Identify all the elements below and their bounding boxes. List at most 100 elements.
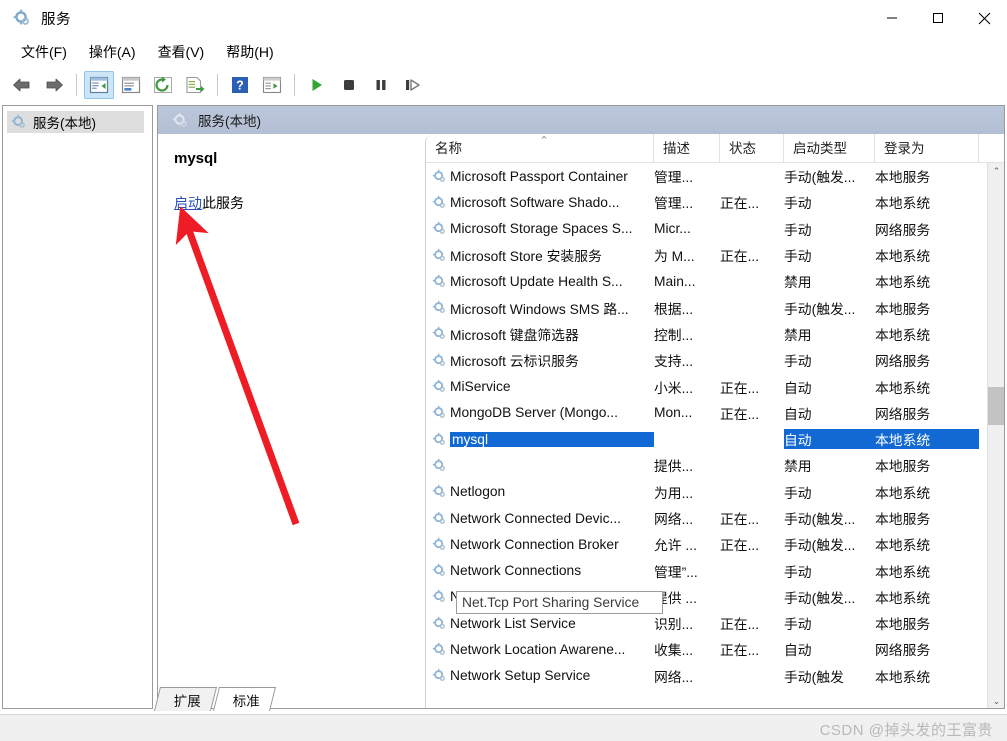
service-gear-icon (426, 616, 450, 631)
cell-log-on-as: 本地系统 (875, 429, 979, 450)
cell-startup-type: 手动 (784, 249, 812, 265)
cell-startup-type: 禁用 (784, 275, 812, 291)
table-row[interactable]: mysql 自动 本地系统 (426, 426, 1004, 452)
cell-description: Mon... (654, 405, 693, 421)
cell-log-on-as: 本地系统 (875, 249, 931, 265)
pause-service-icon[interactable] (366, 71, 396, 99)
cell-name: Network Setup Service (450, 668, 591, 684)
forward-arrow-icon[interactable] (39, 71, 69, 99)
cell-startup-type: 手动(触发... (784, 301, 856, 317)
table-row[interactable]: Network Connections 管理”... 手动 本地系统 (426, 557, 1004, 583)
cell-description: 管理... (654, 170, 694, 186)
cell-description: 小米... (654, 380, 694, 396)
column-header-status[interactable]: 状态 (720, 134, 784, 163)
cell-name: Microsoft Passport Container (450, 168, 628, 184)
table-row[interactable]: MiService 小米... 正在... 自动 本地系统 (426, 373, 1004, 399)
column-header-description[interactable]: 描述 (654, 134, 720, 163)
cell-name: Network Connections (450, 563, 582, 579)
stop-service-icon[interactable] (334, 71, 364, 99)
cell-startup-type: 手动 (784, 196, 812, 212)
pane-header: 服务(本地) (158, 106, 1004, 134)
cell-description: 支持... (654, 354, 694, 370)
tree-node-services-local[interactable]: 服务(本地) (7, 111, 144, 133)
list-column-headers: 名称 描述 状态 启动类型 登录为 (426, 134, 1004, 163)
close-button[interactable] (961, 0, 1007, 36)
tab-standard[interactable]: 标准 (213, 687, 276, 711)
pane-header-title: 服务(本地) (198, 114, 261, 129)
minimize-button[interactable] (869, 0, 915, 36)
cell-log-on-as: 本地系统 (875, 564, 931, 580)
start-service-link[interactable]: 启动 (174, 195, 202, 211)
table-row[interactable]: Microsoft Windows SMS 路... 根据... 手动(触发... 本… (426, 294, 1004, 320)
detail-service-name: mysql (174, 150, 218, 167)
table-row[interactable]: Microsoft Update Health S... Main... 禁用 本地系… (426, 268, 1004, 294)
table-row[interactable]: 提供... 禁用 本地服务 (426, 452, 1004, 478)
column-header-log-on-as[interactable]: 登录为 (875, 134, 979, 163)
service-gear-icon (426, 537, 450, 552)
table-row[interactable]: Microsoft Software Shado... 管理... 正在... 手动 本… (426, 189, 1004, 215)
cell-name: Microsoft Storage Spaces S... (450, 221, 633, 237)
pane-splitter[interactable] (153, 105, 156, 709)
column-header-name[interactable]: 名称 (426, 134, 654, 163)
service-gear-icon (426, 405, 450, 420)
table-row[interactable]: Microsoft Storage Spaces S... Micr... 手动 网络… (426, 216, 1004, 242)
cell-log-on-as: 本地系统 (875, 485, 931, 501)
table-row[interactable]: Microsoft 键盘筛选器 控制... 禁用 本地系统 (426, 321, 1004, 347)
toolbar-separator (76, 73, 77, 96)
window-controls (869, 0, 1007, 36)
cell-log-on-as: 本地服务 (875, 170, 931, 186)
tree-node-label: 服务(本地) (33, 116, 96, 131)
cell-status: 正在... (720, 249, 760, 265)
service-gear-icon (426, 300, 450, 315)
list-vertical-scrollbar[interactable]: ⌃ ⌄ (987, 163, 1004, 708)
table-row[interactable]: Microsoft Passport Container 管理... 手动(触发..… (426, 163, 1004, 189)
table-row[interactable]: Network Location Awarene... 收集... 正在... 自动 网… (426, 636, 1004, 662)
table-row[interactable]: Network Connected Devic... 网络... 正在... 手动(触… (426, 505, 1004, 531)
cell-description: 控制... (654, 327, 694, 343)
menu-file[interactable]: 文件(F) (10, 39, 78, 65)
cell-log-on-as: 网络服务 (875, 406, 931, 422)
cell-description: 管理... (654, 196, 694, 212)
properties-icon[interactable] (116, 71, 146, 99)
menu-help[interactable]: 帮助(H) (215, 39, 284, 65)
export-list-icon[interactable] (180, 71, 210, 99)
cell-description: 为用... (654, 485, 694, 501)
cell-name: Microsoft Update Health S... (450, 273, 623, 289)
cell-name: Netlogon (450, 484, 506, 500)
cell-startup-type: 自动 (784, 643, 812, 659)
column-header-filler (979, 134, 1004, 163)
table-row[interactable]: Network Connection Broker 允许 ... 正在... 手动(触… (426, 531, 1004, 557)
start-service-icon[interactable] (302, 71, 332, 99)
table-row[interactable]: Microsoft Store 安装服务 为 M... 正在... 手动 本地系统 (426, 242, 1004, 268)
menu-view[interactable]: 查看(V) (147, 39, 216, 65)
table-row[interactable]: Network Setup Service 网络... 手动(触发 本地系统 (426, 663, 1004, 689)
scroll-down-arrow-icon[interactable]: ⌄ (988, 693, 1004, 708)
cell-log-on-as: 本地服务 (875, 459, 931, 475)
content-pane: 服务(本地) mysql 启动此服务 名称 描述 状态 启动类型 登录为 (157, 105, 1005, 709)
service-gear-icon (426, 668, 450, 683)
table-row[interactable]: MongoDB Server (Mongo... Mon... 正在... 自动 网络服… (426, 400, 1004, 426)
tab-standard-label: 标准 (232, 694, 260, 709)
cell-name: Microsoft Software Shado... (450, 194, 620, 210)
show-hide-console-tree-icon[interactable] (84, 70, 114, 99)
service-gear-icon (426, 274, 450, 289)
tab-extended[interactable]: 扩展 (154, 687, 217, 711)
show-action-pane-icon[interactable] (257, 71, 287, 99)
cell-description: Main... (654, 273, 696, 289)
cell-startup-type: 手动(触发 (784, 669, 844, 685)
services-gear-icon (12, 8, 32, 28)
menu-action[interactable]: 操作(A) (78, 39, 147, 65)
services-console-window: 服务 文件(F) 操作(A) 查看(V) 帮助(H) ? 服务(本地) 服务(本… (0, 0, 1007, 741)
refresh-icon[interactable] (148, 71, 178, 99)
back-arrow-icon[interactable] (7, 71, 37, 99)
maximize-button[interactable] (915, 0, 961, 36)
help-icon[interactable]: ? (225, 71, 255, 99)
column-header-startup-type[interactable]: 启动类型 (784, 134, 875, 163)
title-bar: 服务 (0, 0, 1007, 36)
restart-service-icon[interactable] (398, 71, 428, 99)
scrollbar-thumb[interactable] (988, 387, 1004, 425)
cell-log-on-as: 本地服务 (875, 617, 931, 633)
table-row[interactable]: Netlogon 为用... 手动 本地系统 (426, 479, 1004, 505)
table-row[interactable]: Microsoft 云标识服务 支持... 手动 网络服务 (426, 347, 1004, 373)
scroll-up-arrow-icon[interactable]: ⌃ (988, 163, 1004, 180)
